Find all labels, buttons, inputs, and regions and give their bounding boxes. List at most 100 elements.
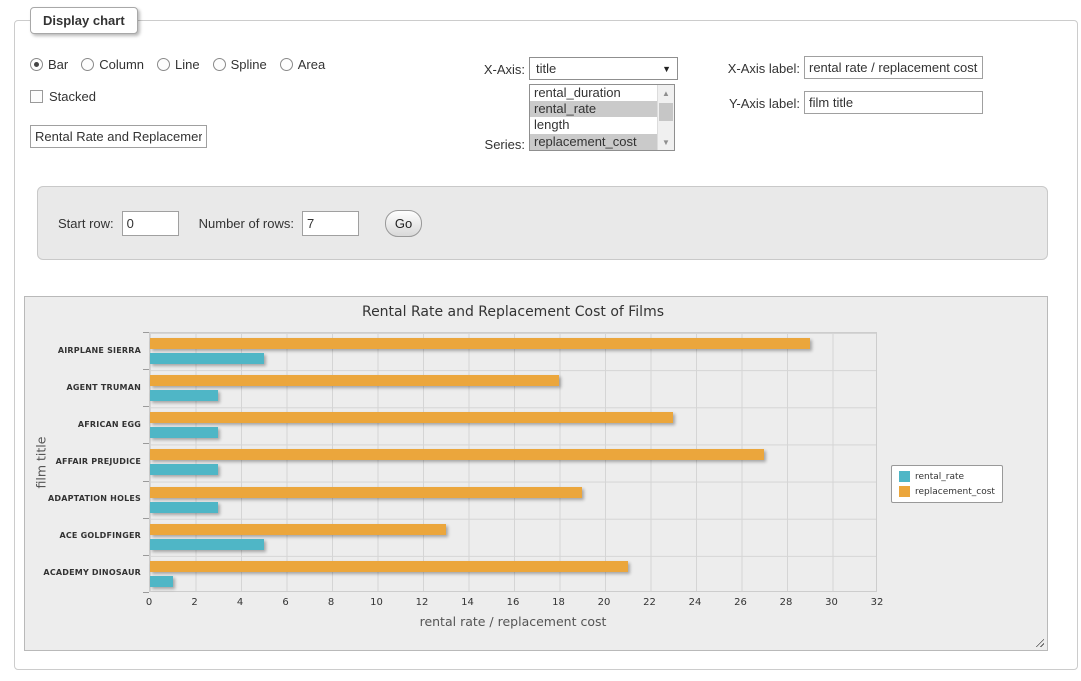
bar-replacement_cost[interactable] — [150, 524, 446, 535]
x-tick-label: 14 — [448, 597, 488, 608]
bar-rental_rate[interactable] — [150, 390, 218, 401]
chart-type-label: Column — [99, 57, 144, 72]
start-row-label: Start row: — [58, 216, 114, 231]
bar-rental_rate[interactable] — [150, 427, 218, 438]
bar-replacement_cost[interactable] — [150, 338, 810, 349]
chart-type-label: Line — [175, 57, 200, 72]
bar-rental_rate[interactable] — [150, 464, 218, 475]
series-option-rental_rate[interactable]: rental_rate — [530, 101, 657, 117]
x-axis-select-label: X-Axis: — [420, 62, 525, 77]
x-tick-label: 10 — [357, 597, 397, 608]
y-axis-tick — [143, 481, 149, 482]
x-tick-label: 2 — [175, 597, 215, 608]
row-controls-panel: Start row: Number of rows: Go — [37, 186, 1048, 260]
chart-type-label: Bar — [48, 57, 68, 72]
x-tick-label: 22 — [630, 597, 670, 608]
number-of-rows-label: Number of rows: — [199, 216, 294, 231]
x-tick-label: 4 — [220, 597, 260, 608]
y-axis-label-label: Y-Axis label: — [652, 96, 800, 111]
x-axis-label-label: X-Axis label: — [652, 61, 800, 76]
number-of-rows-input[interactable] — [302, 211, 359, 236]
x-tick-label: 8 — [311, 597, 351, 608]
x-tick-label: 12 — [402, 597, 442, 608]
legend-label: rental_rate — [915, 472, 964, 482]
fieldset-legend: Display chart — [30, 7, 138, 34]
row-controls: Start row: Number of rows: Go — [58, 210, 422, 237]
x-tick-label: 30 — [812, 597, 852, 608]
y-axis-label-input[interactable] — [804, 91, 983, 114]
category-label: AFRICAN EGG — [25, 420, 141, 429]
radio-icon[interactable] — [81, 58, 94, 71]
bar-replacement_cost[interactable] — [150, 487, 582, 498]
y-axis-tick — [143, 555, 149, 556]
legend-label: replacement_cost — [915, 487, 995, 497]
x-tick-label: 28 — [766, 597, 806, 608]
bar-rental_rate[interactable] — [150, 539, 264, 550]
page: Display chart Bar Column Line Spline Area St… — [0, 0, 1081, 681]
plot-area — [149, 332, 877, 592]
category-label: AIRPLANE SIERRA — [25, 346, 141, 355]
chart-type-area[interactable]: Area — [280, 57, 325, 72]
chart-title: Rental Rate and Replacement Cost of Film… — [149, 304, 877, 320]
chart-type-bar[interactable]: Bar — [30, 57, 68, 72]
radio-icon[interactable] — [213, 58, 226, 71]
category-label: ACE GOLDFINGER — [25, 531, 141, 540]
series-select-label: Series: — [420, 137, 525, 152]
y-axis-tick — [143, 369, 149, 370]
x-tick-label: 26 — [721, 597, 761, 608]
x-axis-selected-value: title — [530, 61, 662, 76]
series-scrollbar[interactable]: ▲ ▼ — [657, 85, 674, 150]
x-tick-label: 32 — [857, 597, 897, 608]
x-tick-label: 20 — [584, 597, 624, 608]
stacked-row: Stacked — [30, 89, 96, 104]
series-listbox[interactable]: rental_durationrental_ratelengthreplacem… — [529, 84, 675, 151]
x-tick-label: 24 — [675, 597, 715, 608]
y-axis-tick — [143, 332, 149, 333]
bar-rental_rate[interactable] — [150, 576, 173, 587]
chart-type-column[interactable]: Column — [81, 57, 144, 72]
series-option-replacement_cost[interactable]: replacement_cost — [530, 134, 657, 150]
y-axis-tick — [143, 518, 149, 519]
chart-container: Rental Rate and Replacement Cost of Film… — [24, 296, 1048, 651]
series-option-rental_duration[interactable]: rental_duration — [530, 85, 657, 101]
category-label: AGENT TRUMAN — [25, 383, 141, 392]
resize-handle-icon[interactable] — [1033, 636, 1044, 647]
x-tick-label: 0 — [129, 597, 169, 608]
stacked-label: Stacked — [49, 89, 96, 104]
radio-icon[interactable] — [280, 58, 293, 71]
chart-type-line[interactable]: Line — [157, 57, 200, 72]
bar-replacement_cost[interactable] — [150, 449, 764, 460]
series-option-length[interactable]: length — [530, 117, 657, 133]
x-tick-label: 18 — [539, 597, 579, 608]
y-axis-tick — [143, 443, 149, 444]
chart-type-radio-group: Bar Column Line Spline Area — [30, 57, 325, 72]
category-label: ACADEMY DINOSAUR — [25, 568, 141, 577]
chart-type-spline[interactable]: Spline — [213, 57, 267, 72]
legend-item-rental_rate[interactable]: rental_rate — [899, 471, 995, 482]
radio-icon[interactable] — [157, 58, 170, 71]
y-axis-tick — [143, 406, 149, 407]
category-label: ADAPTATION HOLES — [25, 494, 141, 503]
legend-item-replacement_cost[interactable]: replacement_cost — [899, 486, 995, 497]
chart-title-input[interactable] — [30, 125, 207, 148]
go-button[interactable]: Go — [385, 210, 422, 237]
scrollbar-down-icon[interactable]: ▼ — [658, 134, 674, 150]
bar-replacement_cost[interactable] — [150, 561, 628, 572]
chart-type-label: Spline — [231, 57, 267, 72]
bar-replacement_cost[interactable] — [150, 412, 673, 423]
legend: rental_rate replacement_cost — [891, 465, 1003, 503]
x-axis-label-input[interactable] — [804, 56, 983, 79]
x-axis-title: rental rate / replacement cost — [149, 614, 877, 629]
bar-rental_rate[interactable] — [150, 353, 264, 364]
series-options: rental_durationrental_ratelengthreplacem… — [530, 85, 657, 150]
y-axis-tick — [143, 592, 149, 593]
x-tick-label: 6 — [266, 597, 306, 608]
stacked-checkbox[interactable] — [30, 90, 43, 103]
radio-icon[interactable] — [30, 58, 43, 71]
chart-canvas: Rental Rate and Replacement Cost of Film… — [25, 297, 1047, 650]
bar-replacement_cost[interactable] — [150, 375, 559, 386]
legend-swatch — [899, 471, 910, 482]
start-row-input[interactable] — [122, 211, 179, 236]
bar-rental_rate[interactable] — [150, 502, 218, 513]
x-tick-label: 16 — [493, 597, 533, 608]
